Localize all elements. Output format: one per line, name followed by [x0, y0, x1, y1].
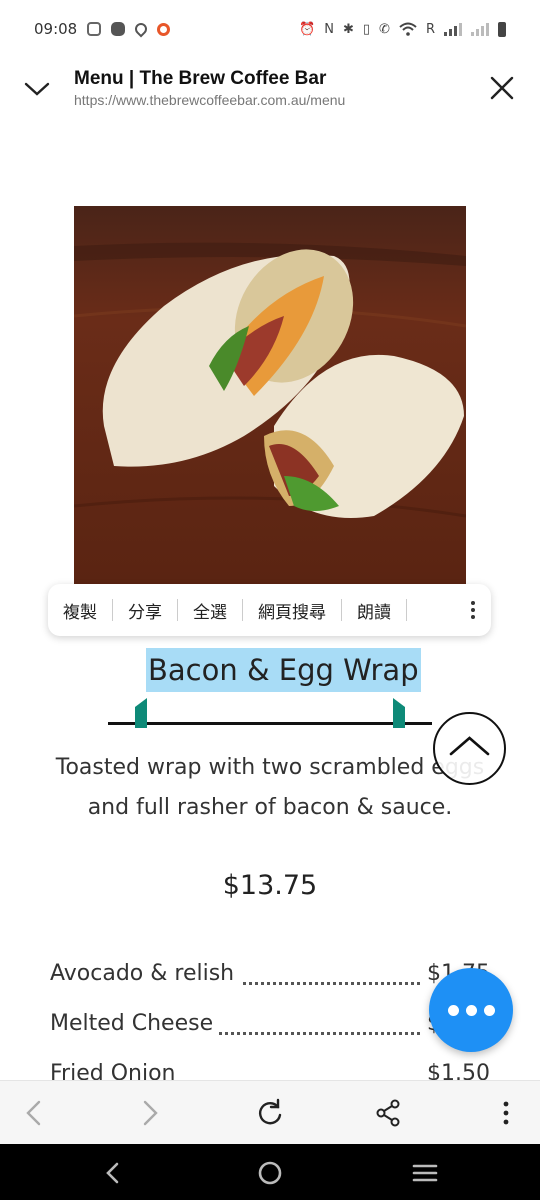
selection-handle-end[interactable]	[393, 698, 405, 728]
chevron-down-icon[interactable]	[22, 74, 52, 104]
share-option[interactable]: 分享	[113, 598, 177, 623]
web-search-option[interactable]: 網頁搜尋	[243, 598, 341, 623]
more-options-fab[interactable]	[429, 968, 513, 1052]
back-arrow-icon[interactable]	[18, 1097, 50, 1129]
instagram-icon	[87, 22, 102, 36]
title-divider	[108, 722, 432, 725]
addon-name: Melted Cheese	[50, 1011, 220, 1036]
location-icon	[132, 20, 150, 38]
item-price: $13.75	[222, 870, 318, 901]
nav-home-icon[interactable]	[255, 1158, 285, 1188]
system-nav-bar	[0, 1144, 540, 1200]
copy-option[interactable]: 複製	[48, 598, 112, 623]
notification-icon	[157, 22, 171, 36]
selection-handle-start[interactable]	[135, 698, 147, 728]
scroll-to-top-button[interactable]	[433, 712, 506, 785]
clock: 09:08	[34, 20, 78, 38]
status-bar: 09:08 ⏰ N ✱ ▯ ✆ R	[0, 0, 540, 58]
battery-icon	[498, 21, 506, 37]
addon-name: Avocado & relish	[50, 961, 241, 986]
alarm-icon: ⏰	[299, 21, 316, 37]
reload-icon[interactable]	[254, 1097, 286, 1129]
bluetooth-icon: ✱	[342, 21, 354, 37]
signal-icon	[444, 22, 462, 36]
addons-list: Avocado & relish $1.75 Melted Cheese $1.…	[50, 955, 490, 1080]
roaming-indicator: R	[425, 21, 435, 37]
text-selection-menu: 複製 分享 全選 網頁搜尋 朗讀	[48, 584, 491, 636]
read-aloud-option[interactable]: 朗讀	[342, 598, 406, 623]
chevron-up-icon	[449, 736, 490, 756]
wifi-icon	[399, 22, 417, 36]
vibrate-icon: ▯	[362, 21, 371, 37]
share-icon[interactable]	[372, 1097, 404, 1129]
description-line: and full rasher of bacon & sauce.	[87, 795, 453, 820]
forward-arrow-icon[interactable]	[134, 1097, 166, 1129]
addon-name: Fried Onion	[50, 1061, 182, 1080]
nfc-icon: N	[324, 21, 334, 37]
line-icon	[111, 22, 126, 36]
menu-divider	[406, 599, 407, 621]
browser-toolbar	[0, 1080, 540, 1144]
addon-row: Melted Cheese $1.50	[50, 1005, 490, 1055]
select-all-option[interactable]: 全選	[178, 598, 242, 623]
nav-recents-icon[interactable]	[410, 1158, 440, 1188]
page-title: Menu | The Brew Coffee Bar	[74, 68, 327, 89]
wifi-calling-icon: ✆	[379, 21, 390, 37]
nav-back-icon[interactable]	[98, 1158, 128, 1188]
addon-row: Fried Onion $1.50	[50, 1055, 490, 1080]
signal-icon-2	[471, 22, 489, 36]
food-photo	[74, 206, 466, 584]
page-url: https://www.thebrewcoffeebar.com.au/menu	[74, 92, 346, 108]
addon-price: $1.50	[421, 1061, 490, 1080]
more-vert-icon[interactable]	[455, 601, 491, 619]
item-title[interactable]: Bacon & Egg Wrap	[146, 648, 421, 692]
browser-header: Menu | The Brew Coffee Bar https://www.t…	[0, 58, 540, 120]
close-icon[interactable]	[488, 74, 516, 102]
more-vert-icon[interactable]	[490, 1097, 522, 1129]
addon-row: Avocado & relish $1.75	[50, 955, 490, 1005]
